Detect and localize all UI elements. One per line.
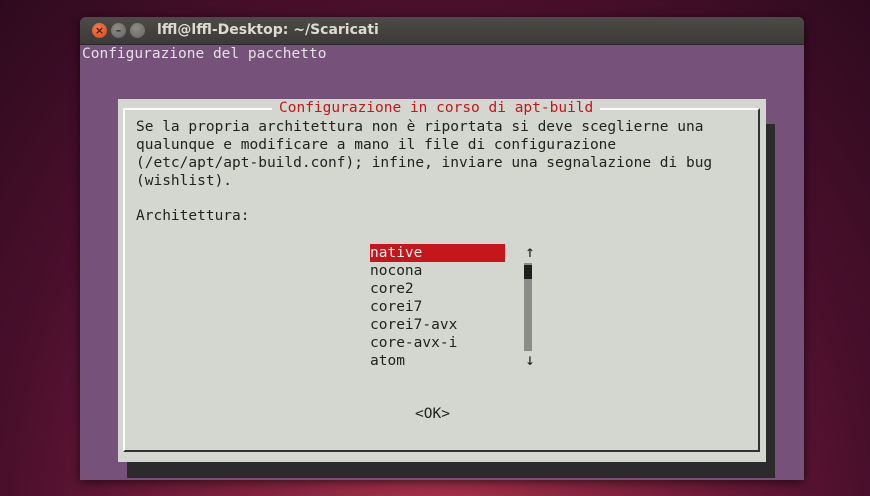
architecture-prompt: Architettura: — [136, 208, 250, 224]
config-dialog: Configurazione in corso di apt-build Se … — [118, 99, 766, 462]
scroll-up-arrow-icon[interactable]: ↑ — [523, 243, 537, 261]
message-line: Se la propria architettura non è riporta… — [136, 119, 704, 135]
package-config-header: Configurazione del pacchetto — [82, 46, 327, 62]
list-item-corei7[interactable]: corei7 — [370, 298, 505, 316]
list-item-corei7-avx[interactable]: corei7-avx — [370, 316, 505, 334]
list-item-native[interactable]: native — [370, 244, 505, 262]
ok-button[interactable]: <OK> — [415, 406, 450, 422]
terminal-area[interactable]: Configurazione del pacchetto Configurazi… — [80, 45, 804, 480]
window-title: lffl@lffl-Desktop: ~/Scaricati — [157, 22, 379, 38]
list-item-core-avx-i[interactable]: core-avx-i — [370, 334, 505, 352]
message-line: qualunque e modificare a mano il file di… — [136, 137, 617, 153]
list-item-core2[interactable]: core2 — [370, 280, 505, 298]
message-line: (/etc/apt/apt-build.conf); infine, invia… — [136, 155, 713, 171]
architecture-list[interactable]: native nocona core2 corei7 corei7-avx co… — [370, 244, 505, 370]
terminal-window: × – lffl@lffl-Desktop: ~/Scaricati Confi… — [80, 17, 804, 480]
scrollbar-thumb[interactable] — [524, 265, 532, 279]
close-window-button[interactable]: × — [92, 23, 107, 38]
maximize-window-button[interactable] — [130, 23, 145, 38]
scroll-down-arrow-icon[interactable]: ↓ — [523, 351, 537, 369]
minimize-window-button[interactable]: – — [111, 23, 126, 38]
dialog-message: Se la propria architettura non è riporta… — [136, 118, 712, 190]
list-item-nocona[interactable]: nocona — [370, 262, 505, 280]
list-item-atom[interactable]: atom — [370, 352, 505, 370]
dialog-title: Configurazione in corso di apt-build — [272, 99, 601, 117]
window-titlebar[interactable]: × – lffl@lffl-Desktop: ~/Scaricati — [80, 17, 804, 45]
message-line: (wishlist). — [136, 173, 233, 189]
